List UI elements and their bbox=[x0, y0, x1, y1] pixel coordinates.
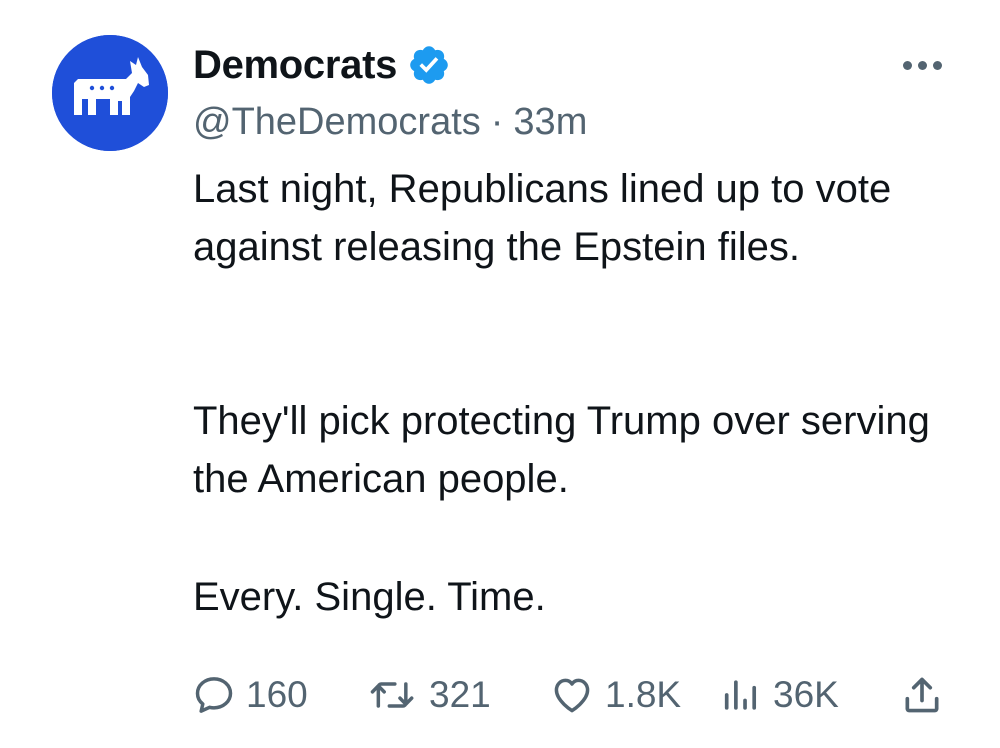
tweet-paragraph-3: Every. Single. Time. bbox=[193, 575, 546, 619]
more-options-icon[interactable] bbox=[892, 50, 952, 80]
reply-button[interactable]: 160 bbox=[192, 668, 308, 722]
tweet-actions-bar: 160 321 1.8K 36K bbox=[192, 668, 952, 722]
reply-count: 160 bbox=[246, 674, 308, 715]
author-name-row: Democrats bbox=[193, 40, 451, 90]
more-dot bbox=[917, 60, 927, 70]
tweet-paragraph-1: Last night, Republicans lined up to vote… bbox=[193, 167, 892, 269]
tweet-card: Democrats @TheDemocrats · 33m Last night… bbox=[0, 0, 1000, 748]
views-count: 36K bbox=[773, 674, 839, 715]
handle-row: @TheDemocrats · 33m bbox=[193, 98, 587, 146]
retweet-button[interactable]: 321 bbox=[367, 668, 491, 722]
heart-icon bbox=[554, 678, 590, 713]
views-chart-icon bbox=[724, 680, 757, 710]
share-icon bbox=[905, 677, 939, 713]
handle[interactable]: @TheDemocrats bbox=[193, 101, 481, 144]
like-button[interactable]: 1.8K bbox=[549, 668, 681, 722]
retweet-icon bbox=[370, 682, 414, 708]
reply-icon bbox=[195, 677, 233, 713]
donkey-logo-icon bbox=[52, 35, 168, 151]
avatar[interactable] bbox=[52, 35, 168, 151]
timestamp[interactable]: 33m bbox=[513, 101, 587, 144]
display-name[interactable]: Democrats bbox=[193, 43, 397, 88]
views-button[interactable]: 36K bbox=[719, 668, 839, 722]
verified-badge-icon[interactable] bbox=[407, 43, 451, 87]
retweet-count: 321 bbox=[429, 674, 491, 715]
share-button[interactable] bbox=[900, 668, 944, 722]
more-dot bbox=[932, 60, 942, 70]
like-count: 1.8K bbox=[605, 674, 682, 715]
more-dot bbox=[902, 60, 912, 70]
tweet-paragraph-2: They'll pick protecting Trump over servi… bbox=[193, 399, 930, 501]
handle-separator: · bbox=[490, 100, 504, 143]
